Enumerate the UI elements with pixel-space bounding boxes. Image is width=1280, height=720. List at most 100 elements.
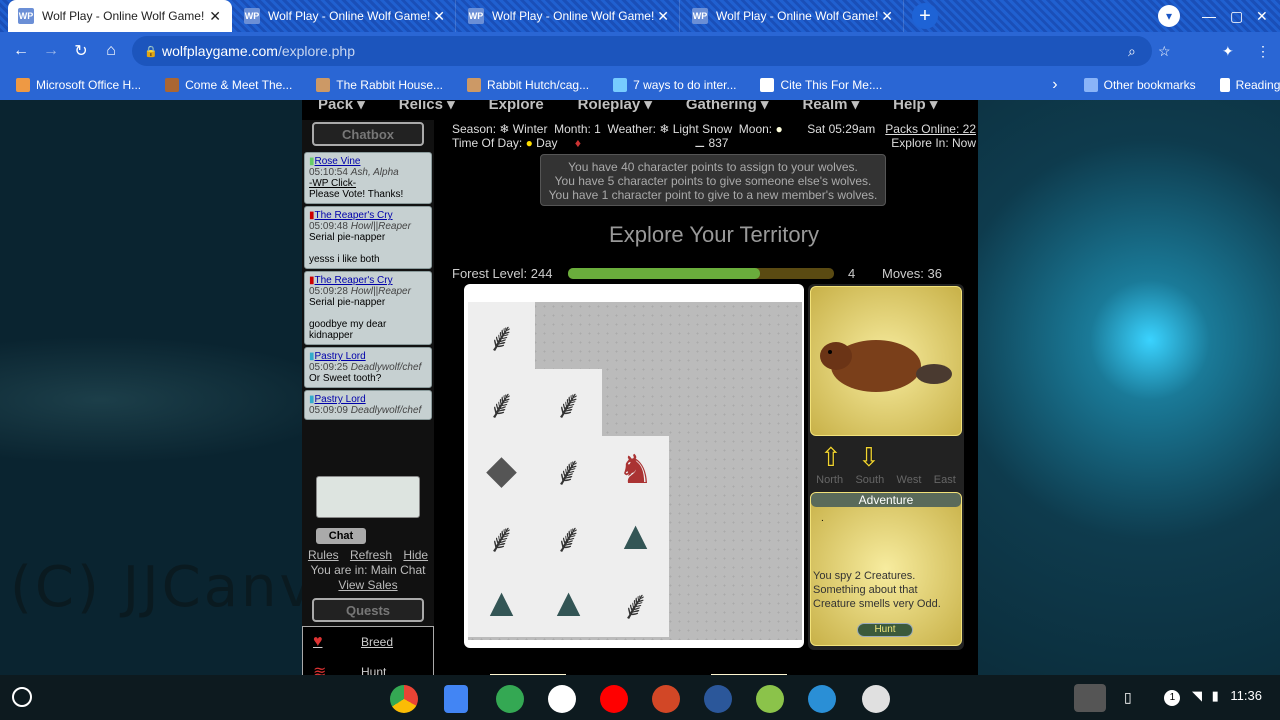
chat-message: ▮The Reaper's Cry 05:09:28 Howl||Reaper … [304, 271, 432, 345]
chat-button[interactable]: Chat [316, 528, 366, 544]
forward-icon[interactable]: → [36, 42, 66, 60]
hunt-button[interactable]: Hunt [857, 623, 913, 637]
tab-2[interactable]: WP Wolf Play - Online Wolf Game! ✕ [234, 0, 456, 32]
tab-1[interactable]: WP Wolf Play - Online Wolf Game! ✕ [8, 0, 232, 32]
dir-east[interactable]: East [934, 474, 956, 486]
refresh-link[interactable]: Refresh [350, 548, 392, 562]
extensions-icon[interactable]: ✦ [1222, 43, 1234, 60]
close-icon[interactable]: ✕ [881, 8, 893, 25]
dir-north[interactable]: North [816, 474, 843, 486]
moon-icon: ● [775, 122, 783, 136]
address-bar[interactable]: 🔒 wolfplaygame.com/explore.php [132, 36, 1152, 66]
map-tile-wolf[interactable]: ♞ [602, 436, 669, 503]
dir-west[interactable]: West [897, 474, 922, 486]
nav-help[interactable]: Help ▾ [893, 100, 937, 114]
reload-icon[interactable]: ↻ [66, 41, 96, 61]
nav-gathering[interactable]: Gathering ▾ [686, 100, 769, 114]
left-panel: Chatbox ▮Rose Vine 05:10:54 Ash, Alpha -… [302, 120, 434, 696]
nav-pack[interactable]: Pack ▾ [318, 100, 365, 114]
forest-level: Forest Level: 244 4 Moves: 36 [452, 266, 942, 281]
tab-title: Wolf Play - Online Wolf Game! [268, 9, 431, 23]
main-nav: Pack ▾ Relics ▾ Explore Roleplay ▾ Gathe… [302, 100, 978, 114]
points-notice: You have 40 character points to assign t… [540, 154, 886, 206]
map-tile-tree[interactable]: ⸙ [535, 503, 602, 570]
map-tile-tree[interactable]: ⸙ [535, 369, 602, 436]
phone-icon[interactable]: ▯ [1124, 689, 1132, 706]
close-icon[interactable]: ✕ [209, 8, 221, 25]
star-icon[interactable]: ☆ [1158, 43, 1171, 60]
map-tile-rock[interactable]: ◆ [468, 436, 535, 503]
other-bookmarks[interactable]: Other bookmarks [1083, 78, 1196, 92]
zoom-icon[interactable]: ⌕ [1128, 43, 1136, 60]
wolfplay-favicon-icon: WP [468, 8, 484, 24]
close-icon[interactable]: ✕ [657, 8, 669, 25]
packs-online-link[interactable]: Packs Online: 22 [885, 122, 976, 136]
home-icon[interactable]: ⌂ [96, 42, 126, 60]
profile-icon[interactable]: ▾ [1158, 0, 1180, 32]
map-tile-tree[interactable]: ⸙ [468, 302, 535, 369]
adventure-title: Adventure [811, 493, 961, 507]
dir-south[interactable]: South [855, 474, 884, 486]
paw-icon [165, 78, 180, 92]
map-tile-tree[interactable]: ⸙ [602, 570, 669, 637]
docs-icon[interactable] [444, 685, 468, 713]
word-icon[interactable] [704, 685, 732, 713]
launcher-icon[interactable] [12, 687, 32, 707]
chatbox-button[interactable]: Chatbox [312, 122, 424, 146]
nav-explore[interactable]: Explore [489, 100, 544, 114]
new-tab-button[interactable]: + [912, 3, 938, 29]
chrome-icon[interactable] [390, 685, 418, 713]
tab-4[interactable]: WP Wolf Play - Online Wolf Game! ✕ [682, 0, 904, 32]
back-icon[interactable]: ← [6, 42, 36, 60]
citation-icon [760, 78, 775, 92]
map-tile-pine[interactable]: ▲ [468, 570, 535, 637]
toolbar: ← → ↻ ⌂ 🔒 wolfplaygame.com/explore.php ⌕… [0, 32, 1280, 70]
bookmark-item[interactable]: Microsoft Office H... [16, 78, 141, 92]
reading-list[interactable]: Reading list [1219, 78, 1280, 92]
notes-icon[interactable] [756, 685, 784, 713]
bookmark-item[interactable]: The Rabbit House... [316, 78, 443, 92]
quests-button[interactable]: Quests [312, 598, 424, 622]
powerpoint-icon[interactable] [652, 685, 680, 713]
close-icon[interactable]: ✕ [433, 8, 445, 25]
chat-input[interactable] [316, 476, 420, 518]
arrow-down-icon[interactable]: ⇩ [858, 442, 880, 473]
status-bar: Season: ❄ Winter Month: 1 Weather: ❄ Lig… [452, 122, 976, 150]
chat-location: You are in: Main Chat [310, 563, 426, 577]
chat-list[interactable]: ▮Rose Vine 05:10:54 Ash, Alpha -WP Click… [304, 152, 432, 452]
view-sales-link[interactable]: View Sales [338, 578, 397, 592]
hide-link[interactable]: Hide [403, 548, 428, 562]
move-arrows: ⇧ ⇩ [816, 442, 956, 472]
tab-3[interactable]: WP Wolf Play - Online Wolf Game! ✕ [458, 0, 680, 32]
menu-icon[interactable]: ⋮ [1256, 43, 1270, 60]
maximize-icon[interactable]: ▢ [1230, 0, 1243, 32]
sketch-icon[interactable] [862, 685, 890, 713]
picsart-icon[interactable] [808, 685, 836, 713]
map-tile-pine[interactable]: ▲ [602, 503, 669, 570]
nav-roleplay[interactable]: Roleplay ▾ [578, 100, 652, 114]
gmail-icon[interactable] [548, 685, 576, 713]
chevron-right-icon[interactable]: › [1052, 76, 1057, 94]
quest-breed[interactable]: ♥ Breed [303, 627, 433, 657]
youtube-icon[interactable] [600, 685, 628, 713]
map-tile-tree[interactable]: ⸙ [468, 503, 535, 570]
play-store-icon[interactable] [496, 685, 524, 713]
nav-realm[interactable]: Realm ▾ [802, 100, 859, 114]
minimize-icon[interactable]: — [1202, 0, 1216, 32]
rules-link[interactable]: Rules [308, 548, 339, 562]
bookmark-item[interactable]: 7 ways to do inter... [613, 78, 736, 92]
system-tray[interactable]: 1 ◥ ▮ 11:36 [1164, 688, 1262, 706]
beaver-image [810, 286, 962, 436]
bookmark-item[interactable]: Come & Meet The... [165, 78, 292, 92]
wallpaper-thumbnail[interactable] [1074, 684, 1106, 712]
nav-relics[interactable]: Relics ▾ [399, 100, 455, 114]
close-window-icon[interactable]: ✕ [1256, 0, 1268, 32]
arrow-up-icon[interactable]: ⇧ [820, 442, 842, 473]
bookmark-item[interactable]: Cite This For Me:... [760, 78, 882, 92]
bookmark-item[interactable]: Rabbit Hutch/cag... [467, 78, 589, 92]
map-tile-tree[interactable]: ⸙ [468, 369, 535, 436]
bone-icon: ⚊ [694, 136, 706, 150]
map-tile-tree[interactable]: ⸙ [535, 436, 602, 503]
map-grid[interactable]: ⸙ ⸙ ⸙ ◆ ⸙ ♞ ⸙ ⸙ ▲ ▲ ▲ ⸙ [468, 302, 802, 640]
map-tile-pine[interactable]: ▲ [535, 570, 602, 637]
